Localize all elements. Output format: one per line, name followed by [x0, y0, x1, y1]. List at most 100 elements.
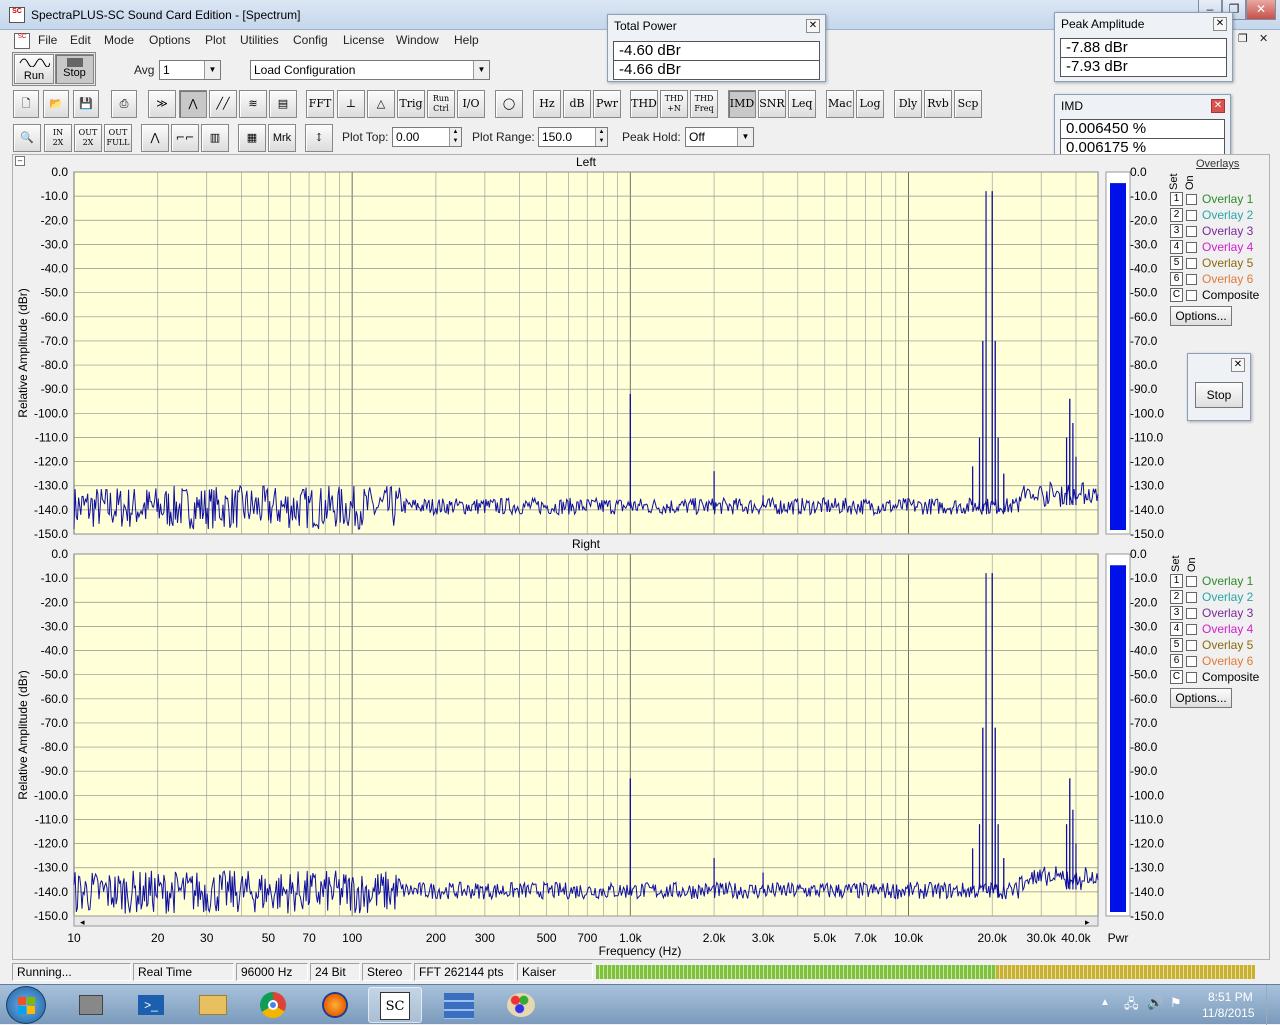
overlay-set-button[interactable]: 5 — [1170, 638, 1183, 652]
pwr-tick-label: -130.0 — [1130, 861, 1164, 875]
overlay-set-button[interactable]: 4 — [1170, 240, 1183, 254]
overlay-checkbox[interactable] — [1186, 576, 1197, 587]
overlay-set-button[interactable]: 1 — [1170, 192, 1183, 206]
overlay-row: 6 Overlay 6 — [1170, 272, 1270, 288]
status-mode: Real Time — [133, 963, 234, 981]
overlay-set-button[interactable]: C — [1170, 670, 1183, 684]
overlay-checkbox[interactable] — [1186, 210, 1197, 221]
x-tick-label: 5.0k — [813, 931, 837, 945]
clock-date[interactable]: 11/8/2015 — [1202, 1006, 1255, 1020]
taskbar-server-icon[interactable] — [432, 987, 486, 1023]
taskbar-explorer-icon[interactable] — [186, 987, 240, 1023]
on-label: On — [1184, 175, 1196, 190]
scroll-left-icon: ◂ — [80, 917, 85, 927]
overlay-label: Overlay 3 — [1202, 606, 1254, 620]
volume-icon[interactable]: 🔊 — [1147, 995, 1163, 1011]
overlay-set-button[interactable]: 3 — [1170, 606, 1183, 620]
taskbar-printer-icon[interactable] — [64, 987, 118, 1023]
show-desktop-button[interactable] — [1266, 985, 1280, 1025]
x-tick-label: 40.0k — [1061, 931, 1091, 945]
overlay-panel-right: Set On 1 Overlay 1 2 Overlay 2 3 Overlay 3 4 Ov… — [1170, 542, 1270, 712]
overlay-row: 5 Overlay 5 — [1170, 638, 1270, 654]
options-button[interactable]: Options... — [1170, 306, 1232, 326]
overlay-checkbox[interactable] — [1186, 242, 1197, 253]
overlay-checkbox[interactable] — [1186, 624, 1197, 635]
overlay-set-button[interactable]: 2 — [1170, 208, 1183, 222]
overlay-checkbox[interactable] — [1186, 672, 1197, 683]
network-icon[interactable]: 🖧 — [1124, 995, 1139, 1017]
stop-panel[interactable]: ✕ Stop — [1187, 353, 1251, 421]
set-label: Set — [1168, 173, 1180, 190]
taskbar-firefox-icon[interactable] — [308, 987, 362, 1023]
overlay-row: 4 Overlay 4 — [1170, 622, 1270, 638]
level-meter-peak — [996, 965, 1255, 979]
y-tick-label: -30.0 — [41, 619, 69, 633]
windows-logo-icon — [18, 997, 26, 1005]
overlay-checkbox[interactable] — [1186, 592, 1197, 603]
show-hidden-icons-icon[interactable]: ▲ — [1100, 997, 1110, 1008]
overlays-header[interactable]: Overlays — [1196, 158, 1239, 170]
scroll-right-icon: ▸ — [1085, 917, 1090, 927]
overlay-label: Overlay 5 — [1202, 638, 1254, 652]
pwr-tick-label: -70.0 — [1130, 716, 1158, 730]
y-tick-label: -80.0 — [41, 740, 69, 754]
options-button[interactable]: Options... — [1170, 688, 1232, 708]
overlay-set-button[interactable]: 3 — [1170, 224, 1183, 238]
pwr-tick-label: -20.0 — [1130, 595, 1158, 609]
overlay-label: Overlay 4 — [1202, 240, 1254, 254]
overlay-checkbox[interactable] — [1186, 274, 1197, 285]
overlay-label: Overlay 1 — [1202, 574, 1254, 588]
overlay-set-button[interactable]: 6 — [1170, 654, 1183, 668]
status-channels: Stereo — [362, 963, 412, 981]
overlay-checkbox[interactable] — [1186, 608, 1197, 619]
close-icon[interactable]: ✕ — [1231, 358, 1245, 372]
status-sample-rate: 96000 Hz — [236, 963, 308, 981]
taskbar-spectraplus-icon[interactable]: SC — [368, 987, 422, 1023]
overlay-label: Overlay 2 — [1202, 208, 1254, 222]
stop-generator-button[interactable]: Stop — [1195, 382, 1243, 408]
pwr-tick-label: -10.0 — [1130, 571, 1158, 585]
windows-logo-icon — [27, 997, 35, 1005]
overlay-checkbox[interactable] — [1186, 656, 1197, 667]
overlay-label: Overlay 2 — [1202, 590, 1254, 604]
overlay-panel-left: Overlays Set On 1 Overlay 1 2 Overlay 2 3 Ove… — [1168, 158, 1270, 330]
plot-background — [73, 171, 1099, 535]
y-tick-label: -70.0 — [41, 334, 69, 348]
overlay-set-button[interactable]: 6 — [1170, 272, 1183, 286]
chart-title: Right — [572, 537, 601, 551]
status-window: Kaiser — [517, 963, 593, 981]
x-tick-label: 100 — [342, 931, 362, 945]
action-center-flag-icon[interactable]: ⚑ — [1170, 995, 1182, 1011]
taskbar-chrome-icon[interactable] — [246, 987, 300, 1023]
taskbar-powershell-icon[interactable]: >_ — [124, 987, 178, 1023]
overlay-set-button[interactable]: 4 — [1170, 622, 1183, 636]
overlay-checkbox[interactable] — [1186, 226, 1197, 237]
pwr-tick-label: -150.0 — [1130, 909, 1164, 923]
overlay-label: Overlay 1 — [1202, 192, 1254, 206]
overlay-label: Overlay 4 — [1202, 622, 1254, 636]
status-running: Running... — [12, 963, 131, 981]
overlay-checkbox[interactable] — [1186, 640, 1197, 651]
y-tick-label: -140.0 — [34, 885, 68, 899]
pwr-tick-label: -120.0 — [1130, 455, 1164, 469]
y-tick-label: -120.0 — [34, 837, 68, 851]
overlay-checkbox[interactable] — [1186, 194, 1197, 205]
overlay-row: 4 Overlay 4 — [1170, 240, 1270, 256]
start-button[interactable] — [6, 986, 46, 1024]
y-tick-label: -40.0 — [41, 644, 69, 658]
clock-time[interactable]: 8:51 PM — [1208, 990, 1253, 1004]
overlay-checkbox[interactable] — [1186, 290, 1197, 301]
overlay-set-button[interactable]: 5 — [1170, 256, 1183, 270]
y-tick-label: -130.0 — [34, 861, 68, 875]
overlay-set-button[interactable]: 2 — [1170, 590, 1183, 604]
y-axis-label: Relative Amplitude (dBr) — [16, 670, 30, 799]
overlay-row: 1 Overlay 1 — [1170, 574, 1270, 590]
pwr-tick-label: -60.0 — [1130, 310, 1158, 324]
overlay-set-button[interactable]: C — [1170, 288, 1183, 302]
pwr-tick-label: -90.0 — [1130, 382, 1158, 396]
status-bar: Running... Real Time 96000 Hz 24 Bit Ste… — [0, 962, 1280, 982]
spectrum-charts: 0.0 0.0 -10.0 -10.0 -20.0 -20.0 -30.0 -30.0 -40.… — [16, 155, 1164, 958]
overlay-set-button[interactable]: 1 — [1170, 574, 1183, 588]
taskbar-paint-icon[interactable] — [494, 987, 548, 1023]
overlay-checkbox[interactable] — [1186, 258, 1197, 269]
